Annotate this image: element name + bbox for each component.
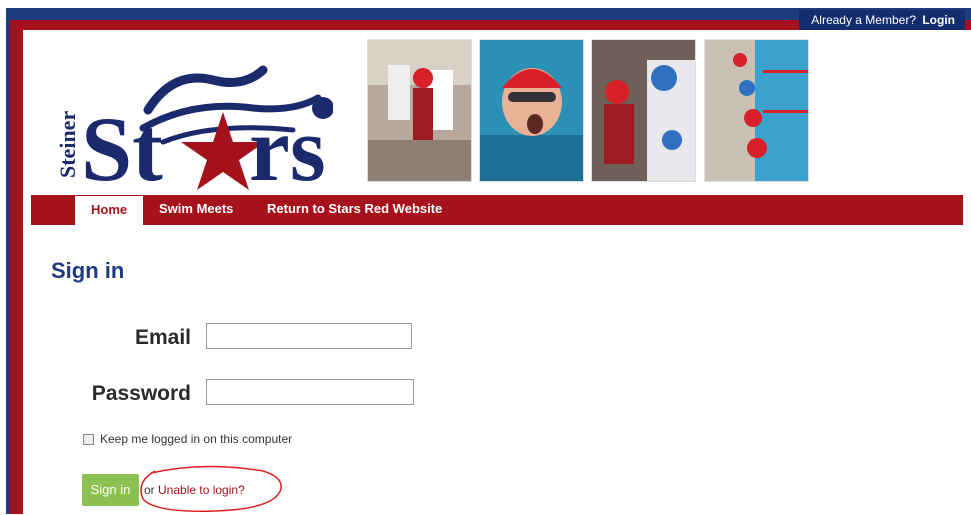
remember-me-label: Keep me logged in on this computer xyxy=(100,432,293,446)
swimmer-photo-3 xyxy=(591,39,696,182)
logo-st-text: St xyxy=(81,98,163,200)
email-label: Email xyxy=(134,326,191,349)
swimmer-photo-2 xyxy=(479,39,584,182)
logo-rs-text: rs xyxy=(249,98,326,200)
main-nav: Home Swim Meets Return to Stars Red Webs… xyxy=(31,195,963,226)
nav-item-swim-meets[interactable]: Swim Meets xyxy=(159,195,233,225)
logo-steiner-text: Steiner xyxy=(55,111,80,178)
password-label: Password xyxy=(91,382,191,405)
login-link[interactable]: Login xyxy=(922,13,955,27)
sign-in-button[interactable]: Sign in xyxy=(82,474,139,506)
annotation-circle-icon xyxy=(140,465,282,512)
member-login-bar: Already a Member? Login xyxy=(799,10,965,30)
member-prompt: Already a Member? xyxy=(811,13,916,27)
page-title: Sign in xyxy=(51,258,125,283)
nav-item-home[interactable]: Home xyxy=(75,195,144,226)
remember-me-checkbox[interactable] xyxy=(83,433,94,445)
swimmer-photo-4 xyxy=(704,39,809,182)
email-field[interactable] xyxy=(206,323,412,349)
swimmer-photo-1 xyxy=(367,39,472,182)
steiner-stars-logo: Steiner St rs xyxy=(55,65,333,200)
left-border-red xyxy=(10,20,23,514)
main-content: Steiner St rs Home Swim Meets Return to … xyxy=(23,30,971,514)
remember-me-row: Keep me logged in on this computer xyxy=(83,432,292,446)
nav-item-return-to-stars-red[interactable]: Return to Stars Red Website xyxy=(267,195,442,225)
password-field[interactable] xyxy=(206,379,414,405)
